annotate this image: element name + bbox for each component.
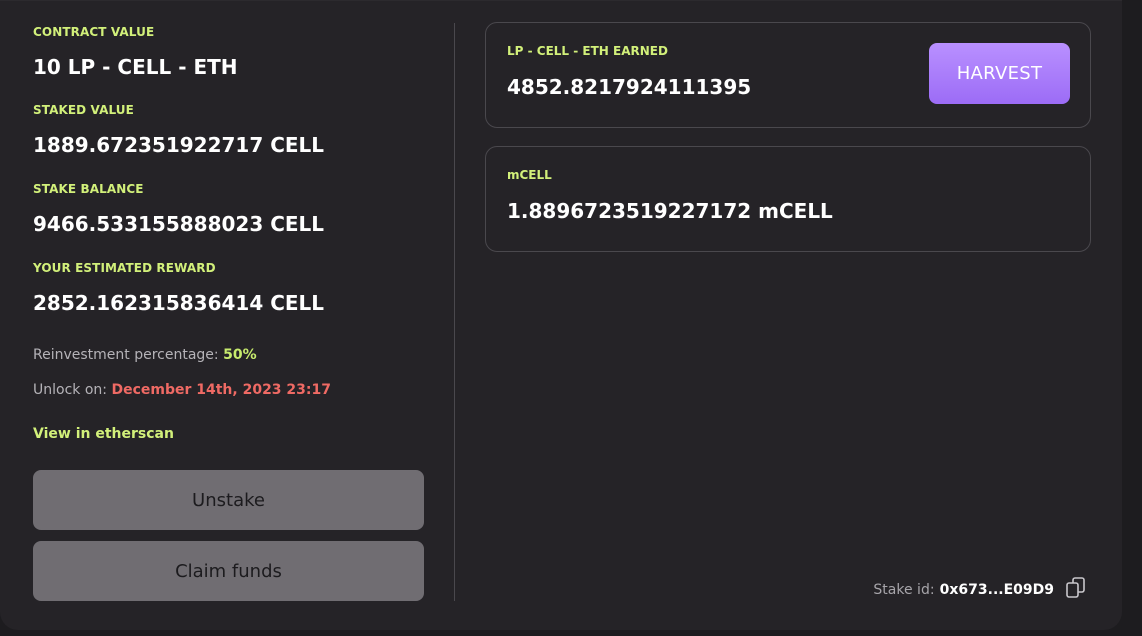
reinvestment-value: 50% [223, 347, 257, 363]
etherscan-link[interactable]: View in etherscan [33, 426, 174, 442]
unlock-date: December 14th, 2023 23:17 [111, 382, 331, 398]
staked-value-label: STAKED VALUE [33, 103, 134, 117]
reinvestment-label: Reinvestment percentage: [33, 347, 219, 363]
vertical-divider [454, 23, 455, 601]
stake-id-text: Stake id: 0x673...E09D9 [873, 579, 1054, 598]
mcell-value: 1.8896723519227172 mCELL [507, 199, 833, 223]
estimated-reward-label: YOUR ESTIMATED REWARD [33, 261, 216, 275]
stake-id-label: Stake id: [873, 581, 935, 598]
stake-id-value: 0x673...E09D9 [939, 581, 1054, 598]
harvest-button[interactable]: HARVEST [929, 43, 1070, 104]
stake-card: CONTRACT VALUE 10 LP - CELL - ETH STAKED… [0, 0, 1122, 630]
claim-funds-button[interactable]: Claim funds [33, 541, 424, 601]
staked-value: 1889.672351922717 CELL [33, 133, 325, 157]
stake-balance: 9466.533155888023 CELL [33, 212, 325, 236]
reinvestment-info: Reinvestment percentage: 50% [33, 347, 257, 363]
stake-id: Stake id: 0x673...E09D9 [873, 577, 1086, 599]
copy-icon[interactable] [1066, 577, 1086, 599]
earned-label: LP - CELL - ETH EARNED [507, 44, 668, 58]
earned-panel: LP - CELL - ETH EARNED 4852.821792411139… [485, 22, 1091, 128]
mcell-panel: mCELL 1.8896723519227172 mCELL [485, 146, 1091, 252]
earned-value: 4852.8217924111395 [507, 75, 752, 99]
unstake-button[interactable]: Unstake [33, 470, 424, 530]
mcell-label: mCELL [507, 168, 552, 182]
unlock-info: Unlock on: December 14th, 2023 23:17 [33, 382, 331, 398]
stake-balance-label: STAKE BALANCE [33, 182, 144, 196]
unlock-label: Unlock on: [33, 382, 107, 398]
contract-value: 10 LP - CELL - ETH [33, 55, 238, 79]
estimated-reward: 2852.162315836414 CELL [33, 291, 325, 315]
contract-value-label: CONTRACT VALUE [33, 25, 155, 39]
